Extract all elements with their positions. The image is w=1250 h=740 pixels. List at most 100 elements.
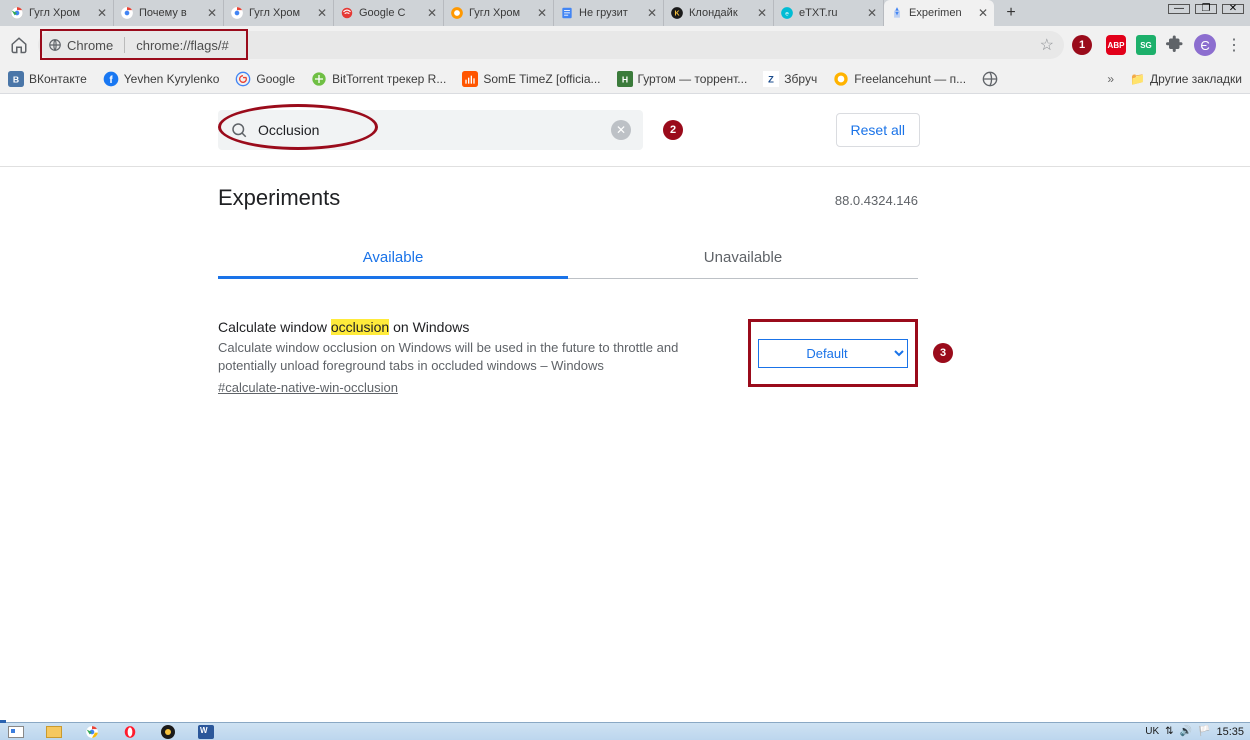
bookmark-item[interactable]: Freelancehunt — п... <box>833 71 966 87</box>
page-content: ✕ 2 Reset all Experiments 88.0.4324.146 … <box>0 94 1250 397</box>
window-maximize[interactable]: ❐ <box>1195 4 1217 14</box>
bookmark-item[interactable] <box>982 71 1003 87</box>
other-bookmarks-button[interactable]: 📁 Другие закладки <box>1130 72 1242 86</box>
bookmark-label: ВКонтакте <box>29 72 87 86</box>
bookmark-item[interactable]: SomE TimeZ [officia... <box>462 71 600 87</box>
bookmark-label: Гуртом — торрент... <box>638 72 748 86</box>
extension-abp-icon[interactable]: ABP <box>1106 35 1126 55</box>
taskbar-app-opera[interactable] <box>120 725 140 739</box>
system-tray: UK ⇅ 🔊 🏳️ 15:35 <box>1145 726 1244 738</box>
tab-close-icon[interactable]: ✕ <box>757 7 767 19</box>
tab-title: Experimen <box>909 7 971 19</box>
browser-tab[interactable]: K Клондайк ✕ <box>664 0 774 26</box>
chip-separator <box>124 37 125 53</box>
tab-close-icon[interactable]: ✕ <box>97 7 107 19</box>
folder-icon: 📁 <box>1130 72 1145 86</box>
bookmark-label: BitTorrent трекер R... <box>332 72 446 86</box>
bookmark-favicon: H <box>617 71 633 87</box>
tray-clock[interactable]: 15:35 <box>1216 726 1244 738</box>
page-title: Experiments <box>218 185 340 211</box>
tab-title: Гугл Хром <box>29 7 90 19</box>
bookmark-item[interactable]: B ВКонтакте <box>8 71 87 87</box>
flags-search-box[interactable]: ✕ <box>218 110 643 150</box>
flag-state-select[interactable]: Default <box>758 339 908 368</box>
browser-tab[interactable]: Google C ✕ <box>334 0 444 26</box>
tray-sound-icon[interactable]: 🔊 <box>1180 726 1192 737</box>
window-close[interactable]: ✕ <box>1222 4 1244 14</box>
tab-unavailable[interactable]: Unavailable <box>568 239 918 278</box>
favicon <box>560 6 574 20</box>
browser-tab[interactable]: Почему в✕ <box>114 0 224 26</box>
window-minimize[interactable]: — <box>1168 4 1190 14</box>
taskbar-app-chrome[interactable] <box>82 725 102 739</box>
extension-icons: ABP SG Є ⋮ <box>1106 34 1242 57</box>
bookmark-favicon <box>982 71 998 87</box>
bookmark-star-icon[interactable]: ☆ <box>1040 35 1054 55</box>
bookmark-favicon <box>462 71 478 87</box>
tab-close-icon[interactable]: ✕ <box>427 7 437 19</box>
browser-tab[interactable]: e eTXT.ru ✕ <box>774 0 884 26</box>
chrome-menu-button[interactable]: ⋮ <box>1226 35 1242 55</box>
omnibox[interactable]: Chrome chrome://flags/# ☆ <box>38 31 1064 59</box>
tray-flag-icon[interactable]: 🏳️ <box>1198 726 1210 737</box>
svg-text:e: e <box>785 10 789 17</box>
bookmark-favicon <box>833 71 849 87</box>
tab-title: Не грузит <box>579 7 640 19</box>
taskbar: W UK ⇅ 🔊 🏳️ 15:35 <box>0 722 1250 740</box>
browser-tab[interactable]: Гугл Хром ✕ <box>224 0 334 26</box>
tab-close-icon[interactable]: ✕ <box>537 7 547 19</box>
tray-net-icon[interactable]: ⇅ <box>1165 726 1173 737</box>
taskbar-app-2[interactable] <box>44 725 64 739</box>
new-tab-button[interactable]: + <box>998 0 1024 26</box>
tab-close-icon[interactable]: ✕ <box>978 7 988 19</box>
svg-text:B: B <box>13 74 19 84</box>
tab-title: Google C <box>359 7 420 19</box>
tab-close-icon[interactable]: ✕ <box>647 7 657 19</box>
bookmark-label: Збруч <box>784 72 817 86</box>
extension-sg-icon[interactable]: SG <box>1136 35 1156 55</box>
tab-title: Гугл Хром <box>249 7 310 19</box>
favicon <box>10 6 24 20</box>
extensions-button[interactable] <box>1166 34 1184 57</box>
bookmark-item[interactable]: Z Збруч <box>763 71 817 87</box>
tab-close-icon[interactable]: ✕ <box>207 7 217 19</box>
tab-title: eTXT.ru <box>799 7 860 19</box>
browser-tab[interactable]: Гугл Хром✕ <box>444 0 554 26</box>
tab-available[interactable]: Available <box>218 239 568 279</box>
bookmark-favicon: Z <box>763 71 779 87</box>
chip-label: Chrome <box>67 38 113 53</box>
browser-tab[interactable]: Experimen ✕ <box>884 0 994 26</box>
callout-3: 3 <box>933 343 953 363</box>
bookmark-label: SomE TimeZ [officia... <box>483 72 600 86</box>
bookmark-favicon <box>311 71 327 87</box>
favicon <box>890 6 904 20</box>
browser-tab[interactable]: Не грузит ✕ <box>554 0 664 26</box>
tab-close-icon[interactable]: ✕ <box>867 7 877 19</box>
bookmark-item[interactable]: H Гуртом — торрент... <box>617 71 748 87</box>
flag-title: Calculate window occlusion on Windows <box>218 319 734 335</box>
bookmark-label: Yevhen Kyrylenko <box>124 72 220 86</box>
favicon: K <box>670 6 684 20</box>
taskbar-app-1[interactable] <box>6 725 26 739</box>
home-button[interactable] <box>8 34 30 56</box>
taskbar-app-word[interactable]: W <box>196 725 216 739</box>
taskbar-app-4[interactable] <box>158 725 178 739</box>
flags-search-input[interactable] <box>258 122 601 138</box>
bookmark-label: Freelancehunt — п... <box>854 72 966 86</box>
tab-title: Клондайк <box>689 7 750 19</box>
flag-anchor-link[interactable]: #calculate-native-win-occlusion <box>218 380 398 395</box>
reset-all-button[interactable]: Reset all <box>836 113 920 147</box>
chrome-version: 88.0.4324.146 <box>835 193 918 208</box>
svg-text:K: K <box>674 10 679 17</box>
tab-strip: Гугл Хром✕Почему в✕Гугл Хром✕Google C✕Гу… <box>0 0 1250 26</box>
favicon: e <box>780 6 794 20</box>
bookmark-item[interactable]: Google <box>235 71 295 87</box>
bookmark-item[interactable]: BitTorrent трекер R... <box>311 71 446 87</box>
clear-search-button[interactable]: ✕ <box>611 120 631 140</box>
bookmark-item[interactable]: fYevhen Kyrylenko <box>103 71 220 87</box>
browser-tab[interactable]: Гугл Хром ✕ <box>4 0 114 26</box>
profile-avatar[interactable]: Є <box>1194 34 1216 56</box>
tray-lang[interactable]: UK <box>1145 726 1159 737</box>
bookmarks-overflow-icon[interactable]: » <box>1107 72 1114 86</box>
tab-close-icon[interactable]: ✕ <box>317 7 327 19</box>
